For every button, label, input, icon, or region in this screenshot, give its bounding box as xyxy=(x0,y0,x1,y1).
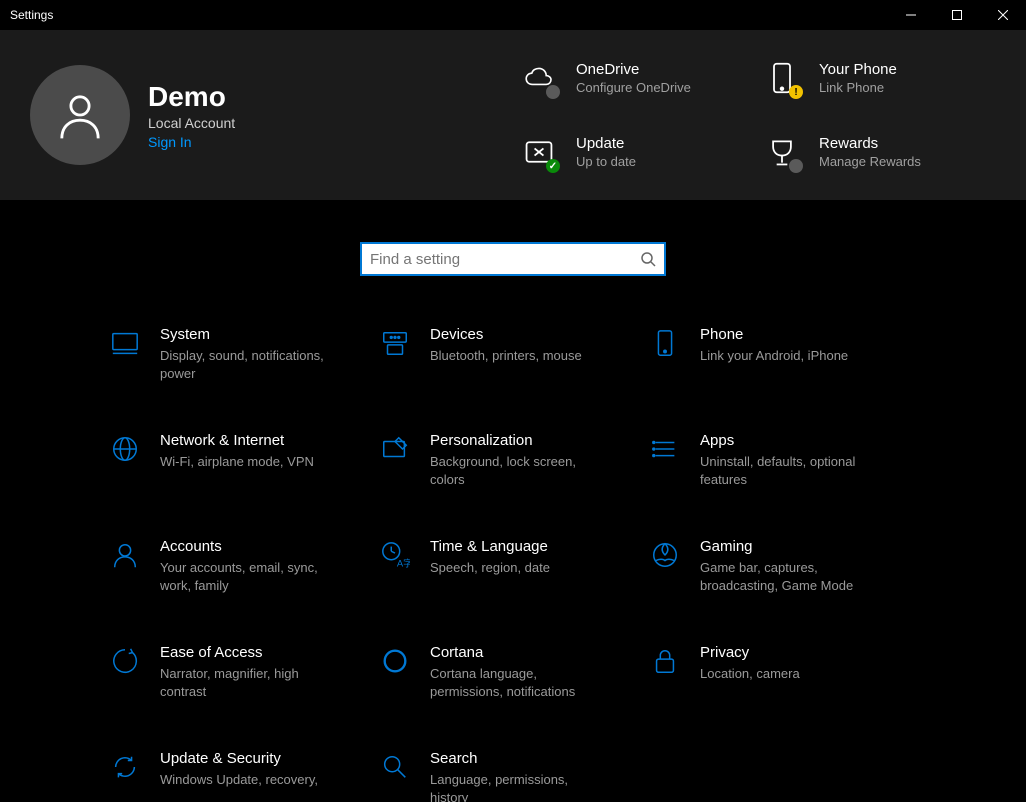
avatar[interactable] xyxy=(30,65,130,165)
category-timelang[interactable]: A字 Time & Language Speech, region, date xyxy=(378,538,648,594)
apps-icon xyxy=(648,434,682,468)
search-icon xyxy=(640,251,656,267)
search-category-icon xyxy=(378,752,412,786)
category-label: System xyxy=(160,326,330,343)
ease-icon xyxy=(108,646,142,680)
tile-label: OneDrive xyxy=(576,61,691,78)
search-input[interactable] xyxy=(370,251,640,268)
category-sub: Windows Update, recovery, xyxy=(160,771,318,789)
category-privacy[interactable]: Privacy Location, camera xyxy=(648,644,918,700)
tile-sub: Configure OneDrive xyxy=(576,80,691,95)
rewards-icon xyxy=(763,133,801,171)
close-button[interactable] xyxy=(980,0,1026,30)
signin-link[interactable]: Sign In xyxy=(148,134,235,150)
category-label: Network & Internet xyxy=(160,432,314,449)
lock-icon xyxy=(648,646,682,680)
svg-text:A字: A字 xyxy=(397,557,410,568)
category-label: Cortana xyxy=(430,644,600,661)
devices-icon xyxy=(378,328,412,362)
category-search[interactable]: Search Language, permissions, history xyxy=(378,750,648,802)
category-sub: Location, camera xyxy=(700,665,800,683)
tile-onedrive[interactable]: OneDrive Configure OneDrive xyxy=(520,50,723,106)
category-system[interactable]: System Display, sound, notifications, po… xyxy=(108,326,378,382)
accounts-icon xyxy=(108,540,142,574)
category-sub: Background, lock screen, colors xyxy=(430,453,600,488)
category-sub: Bluetooth, printers, mouse xyxy=(430,347,582,365)
category-label: Accounts xyxy=(160,538,330,555)
status-dot-ok: ✓ xyxy=(546,159,560,173)
category-sub: Language, permissions, history xyxy=(430,771,600,802)
tile-label: Update xyxy=(576,135,636,152)
onedrive-icon xyxy=(520,59,558,97)
category-label: Personalization xyxy=(430,432,600,449)
update-icon: ✓ xyxy=(520,133,558,171)
user-icon xyxy=(54,89,106,141)
category-gaming[interactable]: Gaming Game bar, captures, broadcasting,… xyxy=(648,538,918,594)
globe-icon xyxy=(108,434,142,468)
category-sub: Cortana language, permissions, notificat… xyxy=(430,665,600,700)
category-network[interactable]: Network & Internet Wi-Fi, airplane mode,… xyxy=(108,432,378,488)
category-label: Search xyxy=(430,750,600,767)
category-label: Gaming xyxy=(700,538,870,555)
category-sub: Link your Android, iPhone xyxy=(700,347,848,365)
account-type: Local Account xyxy=(148,115,235,131)
gaming-icon xyxy=(648,540,682,574)
category-updatesec[interactable]: Update & Security Windows Update, recove… xyxy=(108,750,378,802)
header: Demo Local Account Sign In OneDrive Conf… xyxy=(0,30,1026,200)
category-label: Update & Security xyxy=(160,750,318,767)
category-label: Apps xyxy=(700,432,870,449)
phone-icon xyxy=(648,328,682,362)
search-wrapper xyxy=(0,200,1026,308)
category-label: Privacy xyxy=(700,644,800,661)
phone-icon: ! xyxy=(763,59,801,97)
tile-label: Rewards xyxy=(819,135,921,152)
tile-label: Your Phone xyxy=(819,61,897,78)
category-sub: Game bar, captures, broadcasting, Game M… xyxy=(700,559,870,594)
titlebar: Settings xyxy=(0,0,1026,30)
category-devices[interactable]: Devices Bluetooth, printers, mouse xyxy=(378,326,648,382)
status-dot-grey xyxy=(789,159,803,173)
category-sub: Uninstall, defaults, optional features xyxy=(700,453,870,488)
category-label: Time & Language xyxy=(430,538,550,555)
cortana-icon xyxy=(378,646,412,680)
category-cortana[interactable]: Cortana Cortana language, permissions, n… xyxy=(378,644,648,700)
tile-sub: Link Phone xyxy=(819,80,897,95)
update-security-icon xyxy=(108,752,142,786)
window-controls xyxy=(888,0,1026,30)
personalization-icon xyxy=(378,434,412,468)
account-name: Demo xyxy=(148,81,235,113)
system-icon xyxy=(108,328,142,362)
account-text: Demo Local Account Sign In xyxy=(148,81,235,150)
status-dot-grey xyxy=(546,85,560,99)
maximize-button[interactable] xyxy=(934,0,980,30)
time-language-icon: A字 xyxy=(378,540,412,574)
tile-rewards[interactable]: Rewards Manage Rewards xyxy=(763,124,966,180)
category-label: Phone xyxy=(700,326,848,343)
category-phone[interactable]: Phone Link your Android, iPhone xyxy=(648,326,918,382)
category-accounts[interactable]: Accounts Your accounts, email, sync, wor… xyxy=(108,538,378,594)
category-grid: System Display, sound, notifications, po… xyxy=(0,308,1026,802)
category-label: Devices xyxy=(430,326,582,343)
category-sub: Your accounts, email, sync, work, family xyxy=(160,559,330,594)
category-ease[interactable]: Ease of Access Narrator, magnifier, high… xyxy=(108,644,378,700)
search-box[interactable] xyxy=(360,242,666,276)
category-sub: Narrator, magnifier, high contrast xyxy=(160,665,330,700)
category-label: Ease of Access xyxy=(160,644,330,661)
account-section: Demo Local Account Sign In xyxy=(30,50,460,180)
tile-sub: Up to date xyxy=(576,154,636,169)
tile-update[interactable]: ✓ Update Up to date xyxy=(520,124,723,180)
minimize-button[interactable] xyxy=(888,0,934,30)
window-title: Settings xyxy=(10,8,53,22)
status-dot-warning: ! xyxy=(789,85,803,99)
tile-yourphone[interactable]: ! Your Phone Link Phone xyxy=(763,50,966,106)
category-sub: Display, sound, notifications, power xyxy=(160,347,330,382)
category-apps[interactable]: Apps Uninstall, defaults, optional featu… xyxy=(648,432,918,488)
category-sub: Wi-Fi, airplane mode, VPN xyxy=(160,453,314,471)
tile-sub: Manage Rewards xyxy=(819,154,921,169)
category-sub: Speech, region, date xyxy=(430,559,550,577)
category-personalization[interactable]: Personalization Background, lock screen,… xyxy=(378,432,648,488)
header-tiles: OneDrive Configure OneDrive ! Your Phone… xyxy=(460,50,966,180)
